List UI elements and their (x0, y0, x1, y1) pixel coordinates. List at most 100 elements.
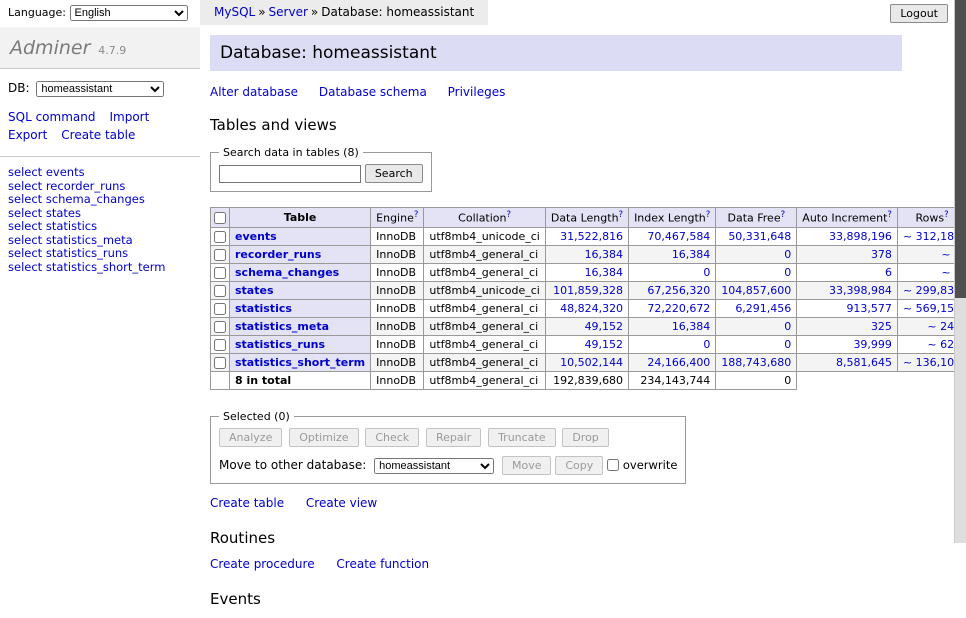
select-link[interactable]: select (8, 179, 42, 193)
sql-command-link[interactable]: SQL command (8, 110, 95, 124)
auto-increment-link[interactable]: 33,398,984 (829, 284, 892, 297)
overwrite-checkbox[interactable] (607, 459, 619, 471)
data-length-link[interactable]: 48,824,320 (560, 302, 623, 315)
auto-increment-link[interactable]: 6 (885, 266, 892, 279)
sidebar-table-link[interactable]: statistics_short_term (46, 260, 166, 274)
rows-link[interactable]: ~ 312,180 (903, 230, 961, 243)
language-select[interactable]: English (70, 5, 188, 21)
help-link[interactable]: ? (944, 210, 949, 220)
select-link[interactable]: select (8, 165, 42, 179)
select-link[interactable]: select (8, 192, 42, 206)
breadcrumb-link-server[interactable]: Server (269, 5, 308, 19)
rows-link[interactable]: ~ 299,833 (903, 284, 961, 297)
data-length-link[interactable]: 49,152 (585, 320, 624, 333)
sidebar-table-link[interactable]: statistics_runs (46, 246, 128, 260)
sidebar-table-link[interactable]: statistics (46, 219, 97, 233)
auto-increment-link[interactable]: 33,898,196 (829, 230, 892, 243)
table-name-link[interactable]: states (235, 284, 274, 297)
index-length-link[interactable]: 16,384 (672, 320, 711, 333)
data-free-link[interactable]: 50,331,648 (728, 230, 791, 243)
select-link[interactable]: select (8, 260, 42, 274)
scrollbar[interactable] (954, 0, 966, 543)
move-db-select[interactable]: homeassistant (374, 458, 494, 474)
auto-increment-link[interactable]: 39,999 (853, 338, 892, 351)
index-length-link[interactable]: 70,467,584 (647, 230, 710, 243)
sidebar-table-link[interactable]: states (46, 206, 81, 220)
create-table-link[interactable]: Create table (61, 128, 135, 142)
rows-link[interactable]: ~ 136,108 (903, 356, 961, 369)
help-link[interactable]: ? (414, 210, 419, 220)
help-link[interactable]: ? (619, 210, 624, 220)
check-button[interactable]: Check (365, 428, 419, 447)
data-length-link[interactable]: 16,384 (585, 248, 624, 261)
data-free-link[interactable]: 104,857,600 (721, 284, 791, 297)
table-name-link[interactable]: statistics (235, 302, 292, 315)
table-name-link[interactable]: schema_changes (235, 266, 339, 279)
scrollbar-thumb[interactable] (955, 0, 966, 298)
help-link[interactable]: ? (781, 210, 786, 220)
auto-increment-link[interactable]: 913,577 (846, 302, 892, 315)
table-name-link[interactable]: statistics_meta (235, 320, 329, 333)
index-length-link[interactable]: 67,256,320 (647, 284, 710, 297)
export-link[interactable]: Export (8, 128, 47, 142)
data-length-link[interactable]: 10,502,144 (560, 356, 623, 369)
select-link[interactable]: select (8, 233, 42, 247)
sidebar-table-link[interactable]: recorder_runs (46, 179, 126, 193)
data-length-link[interactable]: 49,152 (585, 338, 624, 351)
index-length-link[interactable]: 0 (703, 266, 710, 279)
create-view-link[interactable]: Create view (306, 496, 377, 510)
sidebar-table-link[interactable]: events (46, 165, 85, 179)
move-button[interactable]: Move (502, 456, 552, 475)
select-link[interactable]: select (8, 246, 42, 260)
select-all-checkbox[interactable] (214, 212, 226, 224)
privileges-link[interactable]: Privileges (448, 85, 506, 99)
optimize-button[interactable]: Optimize (289, 428, 358, 447)
row-checkbox[interactable] (214, 339, 226, 351)
help-link[interactable]: ? (887, 210, 892, 220)
copy-button[interactable]: Copy (555, 456, 603, 475)
data-free-link[interactable]: 0 (784, 248, 791, 261)
data-free-link[interactable]: 6,291,456 (735, 302, 791, 315)
repair-button[interactable]: Repair (426, 428, 481, 447)
row-checkbox[interactable] (214, 321, 226, 333)
help-link[interactable]: ? (507, 210, 512, 220)
data-free-link[interactable]: 0 (784, 266, 791, 279)
import-link[interactable]: Import (109, 110, 149, 124)
help-link[interactable]: ? (706, 210, 711, 220)
table-name-link[interactable]: events (235, 230, 277, 243)
create-procedure-link[interactable]: Create procedure (210, 557, 315, 571)
breadcrumb-link-mysql[interactable]: MySQL (214, 5, 255, 19)
auto-increment-link[interactable]: 378 (871, 248, 892, 261)
data-free-link[interactable]: 0 (784, 338, 791, 351)
data-length-link[interactable]: 31,522,816 (560, 230, 623, 243)
table-name-link[interactable]: statistics_runs (235, 338, 325, 351)
create-table-link-main[interactable]: Create table (210, 496, 284, 510)
data-free-link[interactable]: 0 (784, 320, 791, 333)
search-button[interactable]: Search (365, 164, 423, 183)
analyze-button[interactable]: Analyze (219, 428, 282, 447)
db-select[interactable]: homeassistant (36, 81, 164, 97)
data-length-link[interactable]: 16,384 (585, 266, 624, 279)
index-length-link[interactable]: 72,220,672 (647, 302, 710, 315)
table-name-link[interactable]: recorder_runs (235, 248, 321, 261)
row-checkbox[interactable] (214, 357, 226, 369)
sidebar-table-link[interactable]: schema_changes (46, 192, 145, 206)
row-checkbox[interactable] (214, 231, 226, 243)
auto-increment-link[interactable]: 8,581,645 (836, 356, 892, 369)
table-name-link[interactable]: statistics_short_term (235, 356, 365, 369)
alter-database-link[interactable]: Alter database (210, 85, 298, 99)
row-checkbox[interactable] (214, 249, 226, 261)
row-checkbox[interactable] (214, 303, 226, 315)
index-length-link[interactable]: 16,384 (672, 248, 711, 261)
database-schema-link[interactable]: Database schema (319, 85, 427, 99)
data-length-link[interactable]: 101,859,328 (553, 284, 623, 297)
rows-link[interactable]: ~ 569,159 (903, 302, 961, 315)
index-length-link[interactable]: 24,166,400 (647, 356, 710, 369)
auto-increment-link[interactable]: 325 (871, 320, 892, 333)
search-input[interactable] (219, 165, 361, 183)
sidebar-table-link[interactable]: statistics_meta (46, 233, 133, 247)
row-checkbox[interactable] (214, 267, 226, 279)
create-function-link[interactable]: Create function (336, 557, 429, 571)
logout-button[interactable]: Logout (890, 4, 948, 23)
data-free-link[interactable]: 188,743,680 (721, 356, 791, 369)
